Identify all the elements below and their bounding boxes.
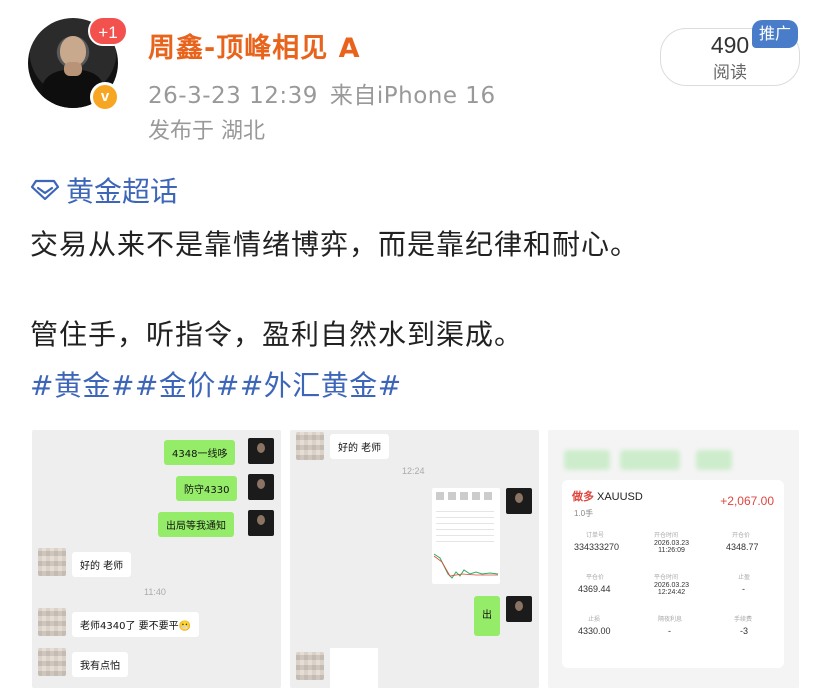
diamond-icon: [30, 179, 60, 201]
chat-message: 出局等我通知: [158, 512, 234, 537]
trade-profit: +2,067.00: [720, 494, 774, 508]
blurred-avatar: [38, 608, 66, 636]
post-image-chat-2[interactable]: 好的 老师 12:24 出: [290, 430, 539, 688]
label-close-price: 平仓价: [586, 575, 605, 581]
sender-avatar: [506, 596, 532, 622]
post-meta: 26-3-23 12:39 来自iPhone 16: [148, 76, 496, 110]
fee: -3: [740, 626, 749, 636]
post-image-trade-record[interactable]: 做多 XAUUSD +2,067.00 1.0手 订单号 334333270 开仓…: [548, 430, 799, 688]
post-timestamp: 26-3-23 12:39: [148, 83, 318, 109]
trade-title: 做多 XAUUSD: [572, 488, 643, 504]
read-label: 阅读: [713, 63, 747, 83]
promo-tag: 推广: [752, 20, 798, 48]
blurred-avatar: [38, 548, 66, 576]
order-number: 334333270: [574, 542, 620, 552]
blurred-tab: [696, 450, 732, 470]
label-fee: 手续费: [734, 617, 753, 623]
sender-avatar: [248, 510, 274, 536]
image-preview: [330, 648, 378, 688]
topic-label: 黄金超话: [66, 175, 179, 208]
post-text-line-2: 管住手，听指令，盈利自然水到渠成。: [30, 318, 524, 351]
sender-avatar: [248, 474, 274, 500]
label-open-time: 开仓时间: [654, 533, 679, 539]
label-take-profit: 止盈: [738, 575, 751, 581]
verified-badge: v: [90, 82, 120, 112]
label-open-price: 开仓价: [732, 533, 751, 539]
open-price: 4348.77: [726, 542, 759, 552]
label-close-time: 平仓时间: [654, 575, 679, 581]
label-order-no: 订单号: [586, 533, 605, 539]
blurred-avatar: [296, 432, 324, 460]
blurred-avatar: [296, 652, 324, 680]
chart-screenshot-header: [436, 492, 494, 500]
sender-avatar: [506, 488, 532, 514]
chart-screenshot-table: [436, 506, 494, 542]
chart-screenshot-line: [433, 553, 499, 579]
chat-message: 防守4330: [176, 476, 238, 501]
avatar-figure-hands: [64, 62, 82, 76]
chat-message: 4348一线哆: [164, 440, 236, 465]
chat-reply: 我有点怕: [72, 652, 128, 677]
chat-reply: 老师4340了 要不要平😬: [72, 612, 200, 637]
trade-card: 做多 XAUUSD +2,067.00 1.0手 订单号 334333270 开仓…: [562, 480, 784, 668]
close-time: 2026.03.23 12:24:42: [654, 582, 690, 596]
open-time: 2026.03.23 11:26:09: [654, 540, 690, 554]
blurred-tab: [620, 450, 680, 470]
post-source: 来自iPhone 16: [329, 83, 496, 109]
chat-reply: 好的 老师: [72, 552, 132, 577]
post-text-line-1: 交易从来不是靠情绪博弈，而是靠纪律和耐心。: [30, 228, 640, 261]
label-stop-loss: 止损: [588, 617, 601, 623]
chat-timestamp: 12:24: [402, 466, 425, 476]
chat-reply: 好的 老师: [330, 434, 390, 459]
label-overnight: 隔夜利息: [658, 617, 683, 623]
chat-message: 出: [474, 596, 500, 636]
post-hashtags[interactable]: #黄金##金价##外汇黄金#: [30, 364, 402, 404]
follow-count-badge[interactable]: +1: [88, 16, 128, 46]
close-price: 4369.44: [578, 584, 611, 594]
chart-screenshot: [432, 488, 500, 584]
take-profit: -: [742, 584, 745, 594]
author-name[interactable]: 周鑫-顶峰相见 A: [148, 26, 361, 65]
topic-link[interactable]: 黄金超话: [30, 170, 178, 210]
overnight-interest: -: [668, 626, 671, 636]
chat-timestamp: 11:40: [144, 587, 166, 597]
trade-lot: 1.0手: [574, 509, 594, 518]
post-image-chat-1[interactable]: 4348一线哆 防守4330 出局等我通知 好的 老师 11:40 老师4340…: [32, 430, 281, 688]
post-location: 发布于 湖北: [148, 119, 265, 144]
blurred-tab: [564, 450, 610, 470]
sender-avatar: [248, 438, 274, 464]
blurred-avatar: [38, 648, 66, 676]
trade-side: 做多: [572, 491, 594, 503]
trade-symbol: XAUUSD: [597, 491, 643, 503]
stop-loss: 4330.00: [578, 626, 611, 636]
